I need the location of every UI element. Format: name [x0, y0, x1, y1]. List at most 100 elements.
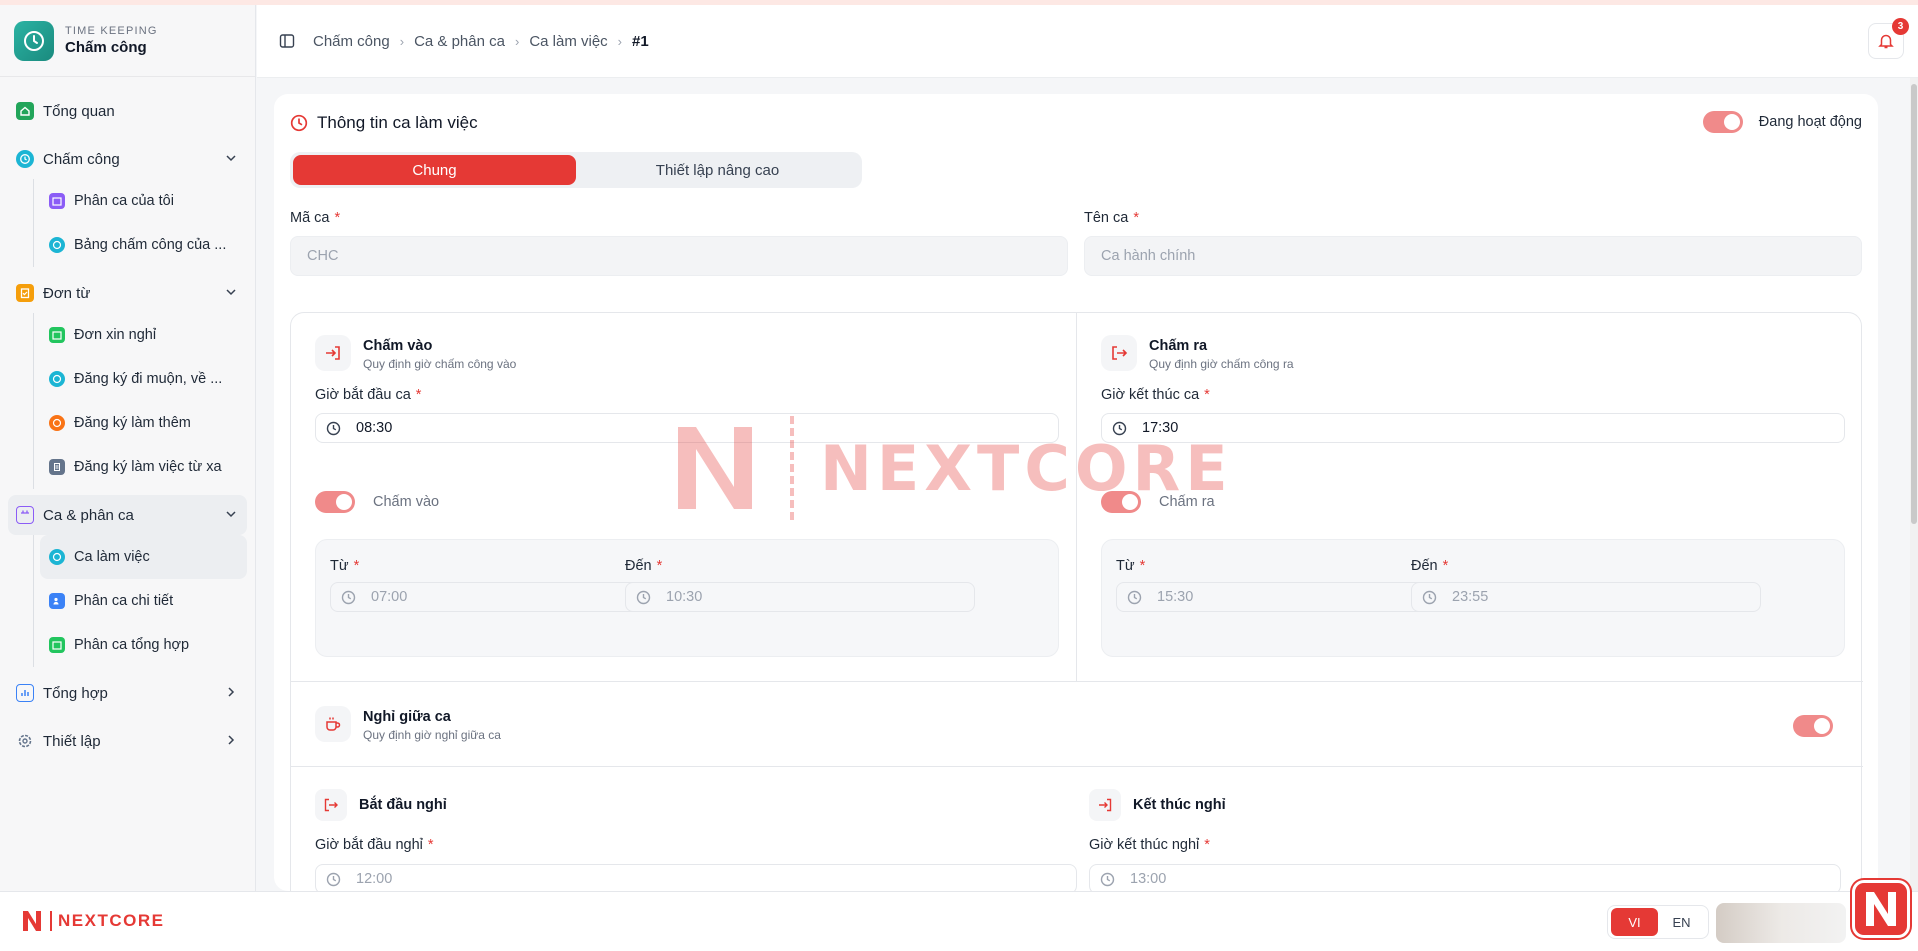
- clock-icon: [636, 590, 651, 605]
- to-label: Đến: [1411, 558, 1438, 574]
- sidebar-item-work-shift[interactable]: Ca làm việc: [40, 535, 247, 579]
- shift-info-card: Thông tin ca làm việc Đang hoạt động Chu…: [274, 94, 1878, 891]
- sidebar-item-requests[interactable]: Đơn từ: [8, 273, 247, 313]
- checkin-window: Từ * 07:00 Đến * 10:30: [315, 539, 1059, 657]
- break-toggle[interactable]: [1793, 715, 1833, 737]
- footer-brand-text: NEXTCORE: [50, 911, 164, 931]
- sidebar-item-label: Chấm công: [43, 150, 120, 168]
- checkin-subtitle: Quy định giờ chấm công vào: [363, 357, 517, 371]
- nextcore-logo-icon: [1866, 892, 1896, 926]
- scrollbar[interactable]: [1910, 78, 1918, 891]
- sidebar-toggle-icon[interactable]: [279, 33, 295, 49]
- checkin-to-input[interactable]: 10:30: [625, 582, 975, 612]
- chevron-right-icon: ›: [617, 33, 623, 49]
- calendar-icon: [49, 637, 65, 653]
- to-label: Đến: [625, 558, 652, 574]
- sidebar-item-summary-assignment[interactable]: Phân ca tổng hợp: [40, 623, 247, 667]
- clipboard-icon: [16, 284, 34, 302]
- end-time-label: Giờ kết thúc ca: [1101, 387, 1200, 403]
- required-mark: *: [1442, 558, 1449, 574]
- sidebar: TIME KEEPING Chấm công Tổng quan Chấm cô…: [0, 5, 256, 891]
- sidebar-item-late-early[interactable]: Đăng ký đi muộn, về ...: [40, 357, 247, 401]
- required-mark: *: [334, 210, 341, 226]
- clock-icon: [341, 590, 356, 605]
- home-icon: [16, 102, 34, 120]
- users-icon: [49, 593, 65, 609]
- clock-icon: [1127, 590, 1142, 605]
- scrollbar-thumb[interactable]: [1911, 84, 1917, 524]
- chevron-right-icon: [225, 733, 237, 750]
- break-end-input[interactable]: 13:00: [1089, 864, 1841, 891]
- sidebar-item-leave-request[interactable]: Đơn xin nghỉ: [40, 313, 247, 357]
- breadcrumb-item[interactable]: Ca làm việc: [529, 33, 607, 50]
- floating-app-button[interactable]: [1852, 880, 1910, 938]
- shift-name-input[interactable]: Ca hành chính: [1084, 236, 1862, 276]
- card-title: Thông tin ca làm việc: [317, 113, 478, 132]
- shift-start-time-input[interactable]: 08:30: [315, 413, 1059, 443]
- sidebar-item-settings[interactable]: Thiết lập: [8, 721, 247, 761]
- checkout-to-input[interactable]: 23:55: [1411, 582, 1761, 612]
- clock-icon: [326, 872, 341, 887]
- tab-general[interactable]: Chung: [293, 155, 576, 185]
- coffee-icon: [315, 706, 351, 742]
- notifications-button[interactable]: 3: [1868, 18, 1909, 59]
- break-start-input[interactable]: 12:00: [315, 864, 1077, 891]
- break-end-label: Giờ kết thúc nghỉ: [1089, 837, 1200, 853]
- required-mark: *: [1204, 837, 1210, 853]
- from-label: Từ: [330, 558, 349, 574]
- brand-subtitle: TIME KEEPING: [65, 25, 158, 37]
- logout-icon: [1101, 335, 1137, 371]
- sidebar-item-label: Thiết lập: [43, 732, 101, 750]
- break-end-section: Kết thúc nghỉ Giờ kết thúc nghỉ * 13:00: [1077, 767, 1863, 891]
- sidebar-item-timekeeping[interactable]: Chấm công: [8, 139, 247, 179]
- clock-icon: [1112, 421, 1127, 436]
- sidebar-item-overview[interactable]: Tổng quan: [8, 91, 247, 131]
- breadcrumb-current: #1: [632, 32, 649, 50]
- shift-end-time-input[interactable]: 17:30: [1101, 413, 1845, 443]
- breadcrumb-item[interactable]: Ca & phân ca: [414, 33, 505, 50]
- sidebar-item-detailed-assignment[interactable]: Phân ca chi tiết: [40, 579, 247, 623]
- checkin-toggle-label: Chấm vào: [373, 494, 440, 510]
- sidebar-item-overtime[interactable]: Đăng ký làm thêm: [40, 401, 247, 445]
- user-profile-blurred[interactable]: [1716, 903, 1846, 943]
- checkout-toggle[interactable]: [1101, 491, 1141, 513]
- brand[interactable]: TIME KEEPING Chấm công: [0, 5, 255, 77]
- time-rules-panel: Chấm vào Quy định giờ chấm công vào Giờ …: [290, 312, 1863, 891]
- sidebar-item-shifts[interactable]: Ca & phân ca: [8, 495, 247, 535]
- sidebar-item-my-timesheet[interactable]: Bảng chấm công của ...: [40, 223, 247, 267]
- name-label: Tên ca: [1084, 210, 1129, 226]
- sidebar-item-label: Đăng ký làm việc từ xa: [74, 459, 222, 475]
- from-value: 15:30: [1157, 589, 1194, 605]
- tab-bar: Chung Thiết lập nâng cao: [290, 152, 862, 188]
- clock-icon: [49, 415, 65, 431]
- login-icon: [315, 335, 351, 371]
- break-start-title: Bắt đầu nghỉ: [359, 797, 447, 813]
- clock-icon: [16, 150, 34, 168]
- breadcrumb-item[interactable]: Chấm công: [313, 33, 390, 50]
- sidebar-item-label: Đơn xin nghỉ: [74, 327, 157, 343]
- break-start-label: Giờ bắt đầu nghỉ: [315, 837, 423, 853]
- calendar-icon: [49, 327, 65, 343]
- required-mark: *: [353, 558, 360, 574]
- shift-code-input[interactable]: CHC: [290, 236, 1068, 276]
- footer-brand: NEXTCORE: [22, 910, 164, 932]
- required-mark: *: [1204, 387, 1210, 403]
- clock-icon: [1422, 590, 1437, 605]
- sidebar-item-label: Tổng quan: [43, 102, 115, 120]
- end-time-value: 17:30: [1142, 420, 1179, 436]
- break-subtitle: Quy định giờ nghỉ giữa ca: [363, 728, 501, 742]
- tab-advanced[interactable]: Thiết lập nâng cao: [576, 155, 859, 185]
- gear-icon: [16, 732, 34, 750]
- checkin-toggle[interactable]: [315, 491, 355, 513]
- clock-icon: [290, 114, 308, 132]
- lang-vi-button[interactable]: VI: [1611, 908, 1658, 936]
- sidebar-item-my-shifts[interactable]: Phân ca của tôi: [40, 179, 247, 223]
- active-toggle[interactable]: [1702, 111, 1743, 133]
- sidebar-item-remote-work[interactable]: Đăng ký làm việc từ xa: [40, 445, 247, 489]
- chevron-down-icon: [225, 151, 237, 168]
- calendar-icon: [16, 506, 34, 524]
- start-time-value: 08:30: [356, 420, 393, 436]
- lang-en-button[interactable]: EN: [1658, 908, 1705, 936]
- sidebar-item-summary[interactable]: Tổng hợp: [8, 673, 247, 713]
- sidebar-item-label: Đăng ký đi muộn, về ...: [74, 371, 223, 387]
